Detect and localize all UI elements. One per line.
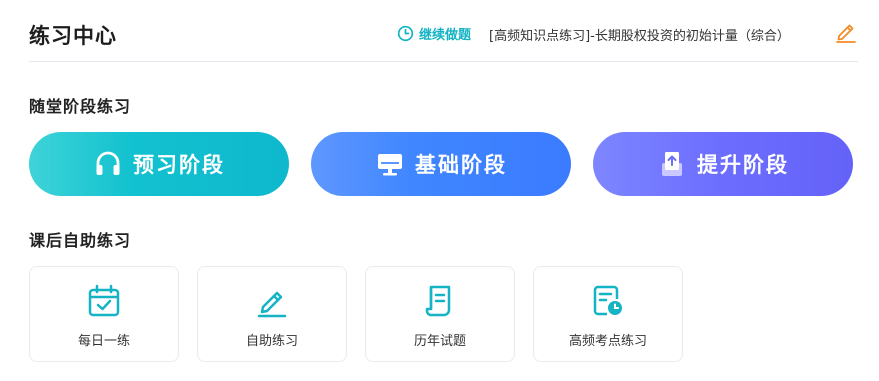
upload-box-icon <box>662 152 682 176</box>
high-frequency-points-card[interactable]: 高频考点练习 <box>533 266 683 362</box>
stage-advanced-button[interactable]: 提升阶段 <box>593 132 853 196</box>
clock-icon <box>397 25 414 42</box>
continue-practice-button[interactable]: 继续做题 <box>397 24 471 43</box>
stage-preview-button[interactable]: 预习阶段 <box>29 132 289 196</box>
stage-basic-button[interactable]: 基础阶段 <box>311 132 571 196</box>
last-exercise-link[interactable]: [高频知识点练习]-长期股权投资的初始计量（综合） <box>489 25 819 44</box>
scroll-document-icon <box>425 285 451 317</box>
document-clock-icon <box>593 285 622 316</box>
self-practice-card[interactable]: 自助练习 <box>197 266 347 362</box>
headphones-icon <box>96 151 120 175</box>
page-header: 练习中心 继续做题 [高频知识点练习]-长期股权投资的初始计量（综合） <box>29 0 858 62</box>
stage-advanced-label: 提升阶段 <box>697 153 789 177</box>
stage-basic-label: 基础阶段 <box>415 153 507 177</box>
past-exams-card[interactable]: 历年试题 <box>365 266 515 362</box>
past-exams-label: 历年试题 <box>413 334 466 349</box>
pencil-icon <box>257 291 287 318</box>
continue-practice-label: 继续做题 <box>419 28 472 43</box>
calendar-check-icon <box>88 284 120 317</box>
self-practice-label: 自助练习 <box>245 334 298 349</box>
high-frequency-points-label: 高频考点练习 <box>568 334 647 349</box>
monitor-icon <box>378 154 402 176</box>
daily-practice-card[interactable]: 每日一练 <box>29 266 179 362</box>
page-title: 练习中心 <box>29 24 117 48</box>
daily-practice-label: 每日一练 <box>77 334 130 349</box>
after-class-section-title: 课后自助练习 <box>29 231 132 250</box>
edit-icon[interactable] <box>834 20 858 44</box>
stage-preview-label: 预习阶段 <box>133 153 225 177</box>
in-class-section-title: 随堂阶段练习 <box>29 97 132 116</box>
